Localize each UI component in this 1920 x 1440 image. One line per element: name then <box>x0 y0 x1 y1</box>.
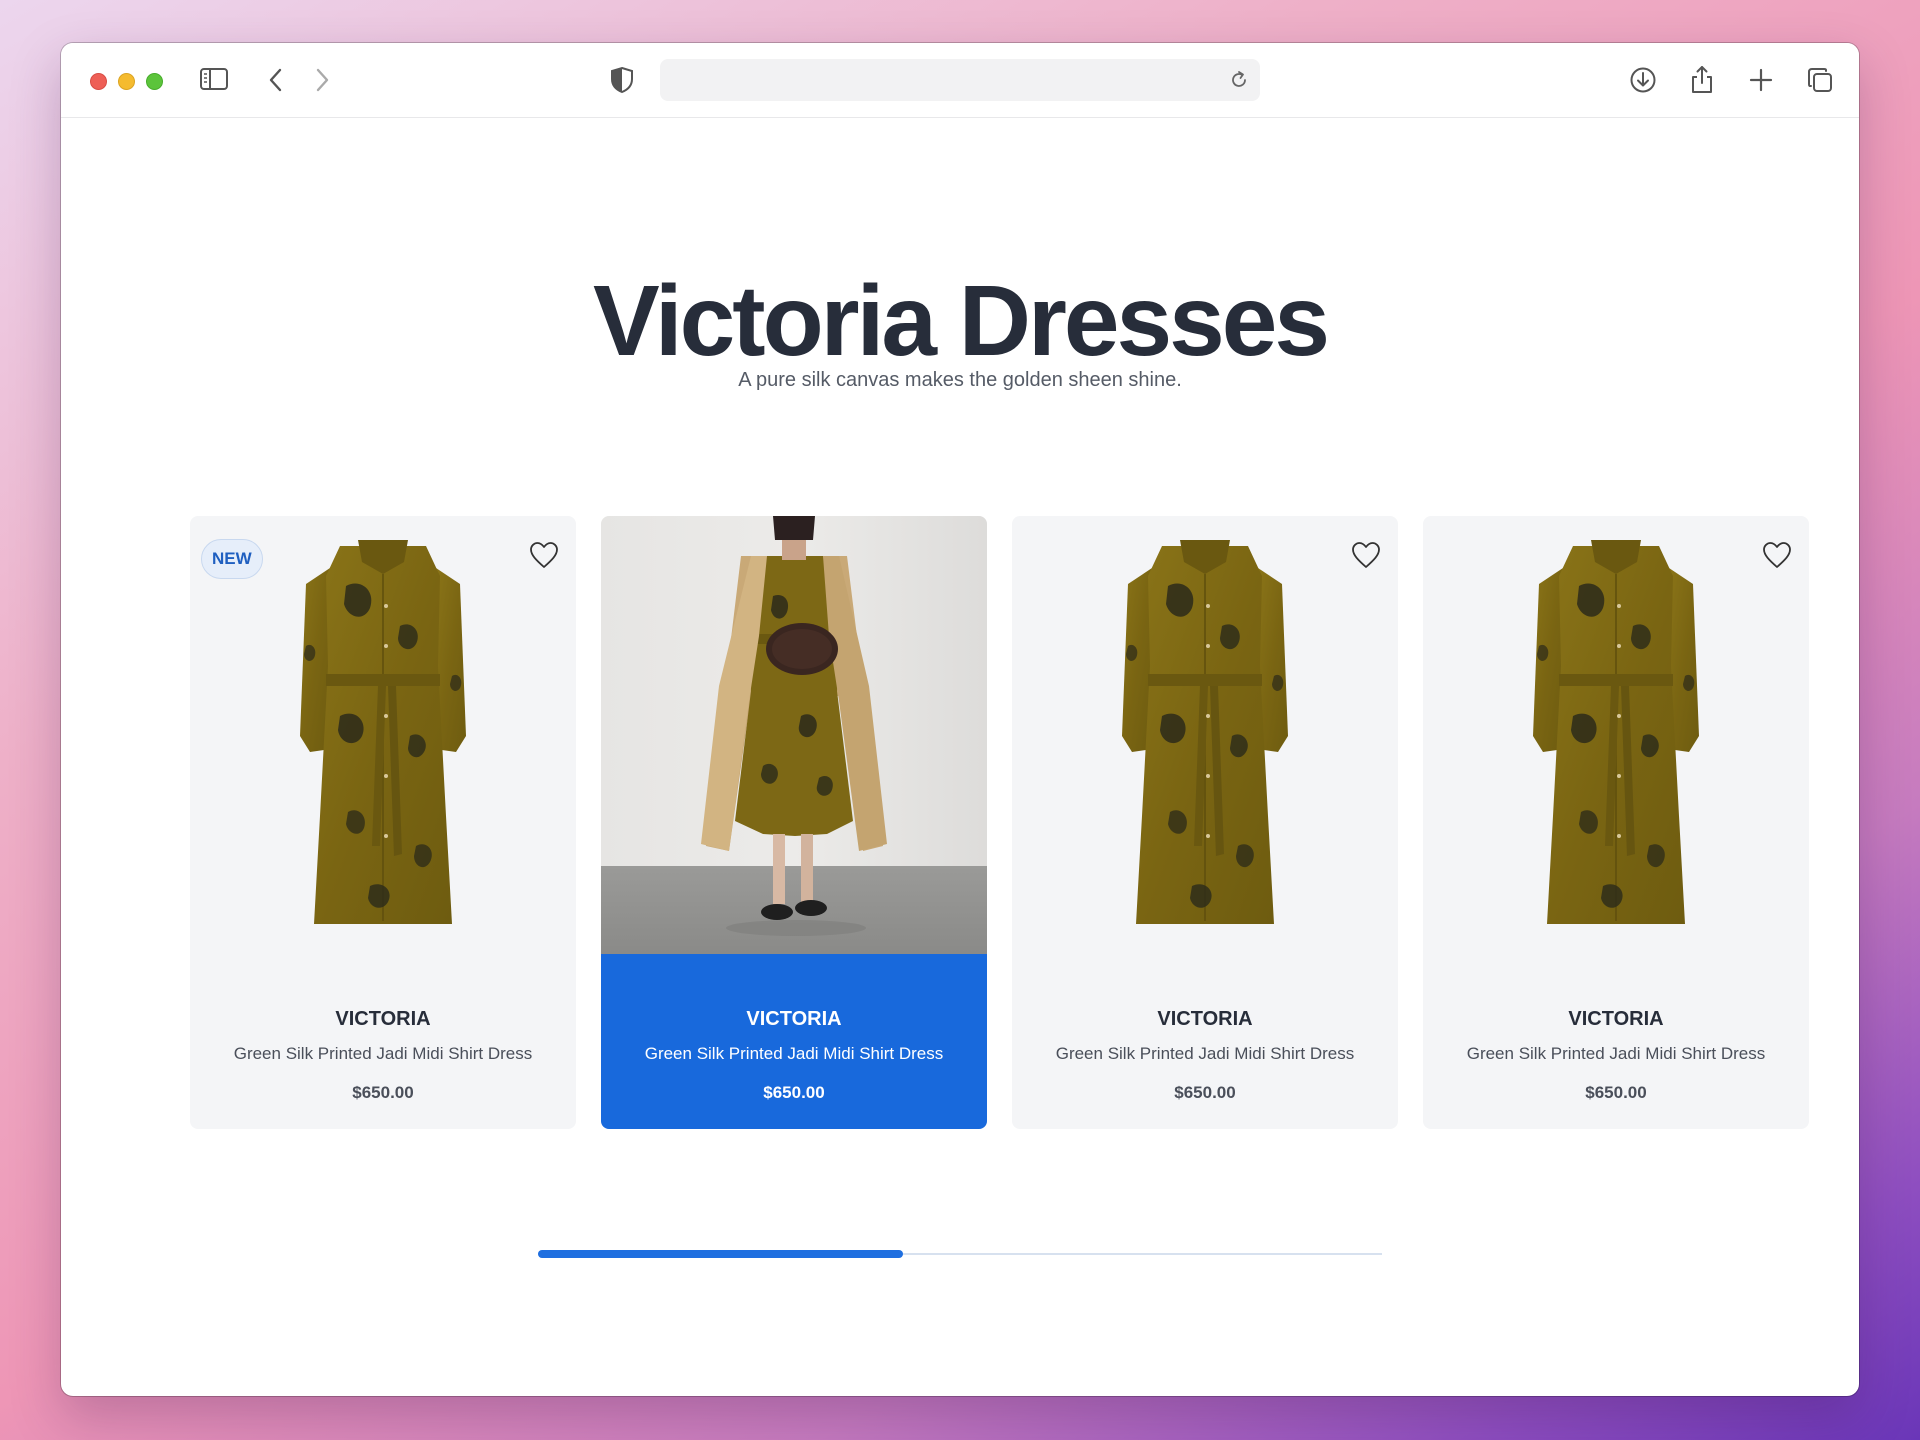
product-name[interactable]: Green Silk Printed Jadi Midi Shirt Dress <box>1423 1044 1809 1064</box>
zoom-window-button[interactable] <box>146 73 163 90</box>
product-image-model[interactable] <box>601 516 987 954</box>
product-brand: VICTORIA <box>1157 1008 1253 1030</box>
product-price: $650.00 <box>763 1083 825 1102</box>
heart-icon[interactable] <box>1761 540 1793 575</box>
product-name[interactable]: Green Silk Printed Jadi Midi Shirt Dress <box>190 1044 576 1064</box>
reload-icon[interactable] <box>1228 69 1250 96</box>
sidebar-icon[interactable] <box>199 66 229 92</box>
tabs-icon[interactable] <box>1805 65 1835 95</box>
new-badge: NEW <box>201 539 263 579</box>
browser-toolbar <box>61 43 1859 118</box>
browser-window: Victoria Dresses A pure silk canvas make… <box>61 43 1859 1396</box>
download-icon[interactable] <box>1628 65 1658 95</box>
product-card-active[interactable]: VICTORIA Green Silk Printed Jadi Midi Sh… <box>601 516 987 1129</box>
product-name[interactable]: Green Silk Printed Jadi Midi Shirt Dress <box>601 1044 987 1064</box>
page-subtitle: A pure silk canvas makes the golden shee… <box>738 369 1182 391</box>
heart-icon[interactable] <box>528 540 560 575</box>
product-brand: VICTORIA <box>335 1008 431 1030</box>
page-title: Victoria Dresses <box>593 265 1330 377</box>
product-image[interactable] <box>1012 516 1398 954</box>
close-window-button[interactable] <box>90 73 107 90</box>
carousel-progress-fill[interactable] <box>538 1250 904 1258</box>
share-icon[interactable] <box>1687 63 1717 95</box>
product-card[interactable]: NEW VICTORIA Green Silk Printed Jadi Mid… <box>190 516 576 1129</box>
chevron-right-icon[interactable] <box>312 65 332 95</box>
shield-icon[interactable] <box>609 65 635 95</box>
heart-icon[interactable] <box>1350 540 1382 575</box>
product-image[interactable] <box>190 516 576 954</box>
product-price: $650.00 <box>352 1083 414 1102</box>
product-card[interactable]: VICTORIA Green Silk Printed Jadi Midi Sh… <box>1423 516 1809 1129</box>
product-price: $650.00 <box>1585 1083 1647 1102</box>
plus-icon[interactable] <box>1746 65 1776 95</box>
product-brand: VICTORIA <box>746 1008 842 1030</box>
product-card[interactable]: VICTORIA Green Silk Printed Jadi Midi Sh… <box>1012 516 1398 1129</box>
carousel-progress[interactable] <box>538 1250 1382 1258</box>
product-price: $650.00 <box>1174 1083 1236 1102</box>
product-brand: VICTORIA <box>1568 1008 1664 1030</box>
product-name[interactable]: Green Silk Printed Jadi Midi Shirt Dress <box>1012 1044 1398 1064</box>
product-image[interactable] <box>1423 516 1809 954</box>
minimize-window-button[interactable] <box>118 73 135 90</box>
address-bar[interactable] <box>660 59 1260 101</box>
chevron-left-icon[interactable] <box>266 65 286 95</box>
url-input[interactable] <box>660 59 1260 101</box>
